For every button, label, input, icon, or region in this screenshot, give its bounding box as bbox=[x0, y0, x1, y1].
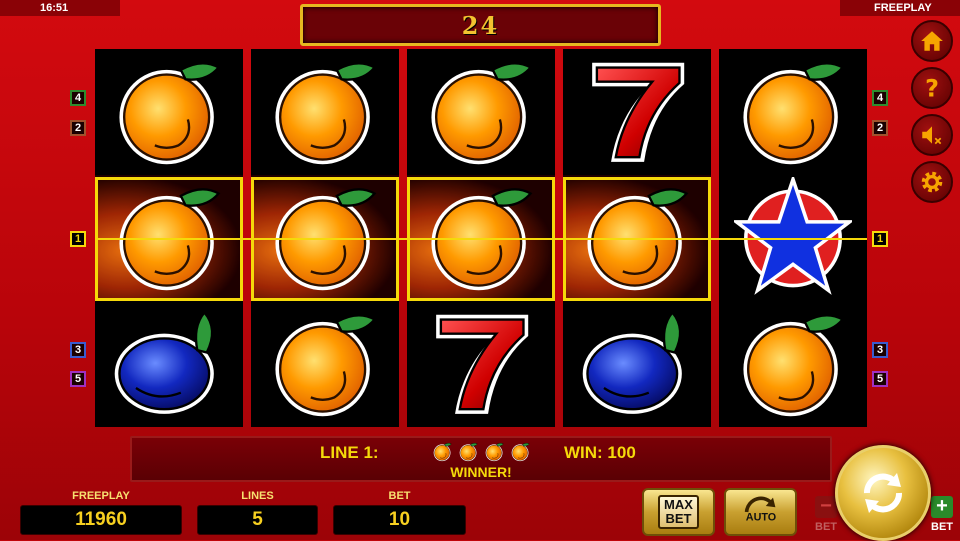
reel-cell bbox=[95, 49, 243, 175]
win-amount: WIN: 100 bbox=[564, 443, 636, 462]
max-bet-line2: BET bbox=[665, 511, 692, 526]
reel-cell bbox=[251, 301, 399, 427]
symbol bbox=[734, 303, 852, 426]
bet-value: 10 bbox=[333, 505, 466, 535]
payline-badge-left-2[interactable]: 2 bbox=[70, 120, 86, 136]
orange-icon bbox=[119, 187, 221, 290]
slot-machine-screen: 16:51 FREEPLAY 24 4 2 1 3 5 4 2 1 3 5 ? … bbox=[0, 0, 960, 541]
orange-icon bbox=[433, 442, 452, 462]
round-counter: 24 bbox=[300, 4, 661, 46]
reel-cell bbox=[719, 301, 867, 427]
win-info-panel: LINE 1: WIN: 100 WINNER! bbox=[130, 436, 832, 482]
settings-icon bbox=[921, 171, 943, 193]
reel-cell bbox=[719, 49, 867, 175]
orange-icon bbox=[587, 187, 689, 290]
payline-badge-left-4[interactable]: 4 bbox=[70, 90, 86, 106]
symbol bbox=[110, 51, 228, 174]
symbol bbox=[734, 51, 852, 174]
line-label: LINE 1: bbox=[320, 443, 379, 462]
orange-icon bbox=[431, 187, 533, 290]
spin-icon bbox=[863, 473, 903, 513]
orange-icon bbox=[431, 61, 533, 164]
max-bet-line1: MAX bbox=[664, 497, 693, 512]
payline-badge-right-2[interactable]: 2 bbox=[872, 120, 888, 136]
plum-icon bbox=[114, 310, 214, 414]
payline-badge-left-3[interactable]: 3 bbox=[70, 342, 86, 358]
home-button[interactable] bbox=[911, 20, 953, 62]
orange-icon bbox=[275, 313, 377, 416]
plum-icon bbox=[582, 310, 682, 414]
reel-cell bbox=[563, 301, 711, 427]
symbol bbox=[266, 51, 384, 174]
symbol bbox=[578, 51, 696, 174]
max-bet-face: MAX BET bbox=[658, 495, 699, 529]
help-button[interactable]: ? bbox=[911, 67, 953, 109]
reel-cell bbox=[95, 301, 243, 427]
settings-button[interactable] bbox=[911, 161, 953, 203]
symbol bbox=[266, 303, 384, 426]
reel-cell bbox=[407, 301, 555, 427]
sound-button[interactable] bbox=[911, 114, 953, 156]
orange-icon bbox=[275, 61, 377, 164]
reel-cell bbox=[407, 49, 555, 175]
sound-off-icon bbox=[922, 126, 942, 145]
reel-cell bbox=[251, 49, 399, 175]
orange-icon bbox=[119, 61, 221, 164]
orange-icon bbox=[459, 442, 478, 462]
orange-icon bbox=[275, 187, 377, 290]
auto-button[interactable]: AUTO bbox=[724, 488, 797, 536]
symbol bbox=[578, 303, 696, 426]
plus-icon: + bbox=[931, 496, 953, 518]
orange-icon bbox=[743, 61, 845, 164]
mode-label: FREEPLAY bbox=[840, 0, 960, 16]
symbol bbox=[110, 303, 228, 426]
bet-minus-label: BET bbox=[815, 521, 837, 533]
seven-icon bbox=[436, 314, 529, 414]
freeplay-label: FREEPLAY bbox=[72, 490, 130, 502]
symbol bbox=[422, 303, 540, 426]
star-icon bbox=[731, 173, 855, 295]
payline-badge-left-5[interactable]: 5 bbox=[70, 371, 86, 387]
clock: 16:51 bbox=[0, 0, 120, 16]
payline-badge-right-3[interactable]: 3 bbox=[872, 342, 888, 358]
auto-icon: AUTO bbox=[744, 496, 776, 523]
lines-label: LINES bbox=[241, 490, 274, 502]
orange-icon bbox=[743, 313, 845, 416]
svg-text:?: ? bbox=[925, 75, 939, 101]
orange-icon bbox=[485, 442, 504, 462]
lines-value: 5 bbox=[197, 505, 318, 535]
home-icon bbox=[921, 31, 943, 51]
help-icon: ? bbox=[925, 75, 939, 101]
spin-button[interactable] bbox=[835, 445, 931, 541]
payline-badge-right-4[interactable]: 4 bbox=[872, 90, 888, 106]
payline-badge-right-5[interactable]: 5 bbox=[872, 371, 888, 387]
bet-plus-label: BET bbox=[931, 521, 953, 533]
max-bet-button[interactable]: MAX BET bbox=[642, 488, 715, 536]
winner-text: WINNER! bbox=[450, 464, 512, 480]
seven-icon bbox=[592, 62, 685, 162]
orange-icon bbox=[511, 442, 530, 462]
payline-1 bbox=[95, 238, 867, 240]
payline-badge-left-1[interactable]: 1 bbox=[70, 231, 86, 247]
payline-badge-right-1[interactable]: 1 bbox=[872, 231, 888, 247]
symbol bbox=[422, 51, 540, 174]
minus-icon: − bbox=[815, 496, 837, 518]
reel-cell bbox=[563, 49, 711, 175]
auto-label: AUTO bbox=[745, 511, 775, 523]
bet-label: BET bbox=[388, 490, 411, 502]
freeplay-balance: 11960 bbox=[20, 505, 182, 535]
